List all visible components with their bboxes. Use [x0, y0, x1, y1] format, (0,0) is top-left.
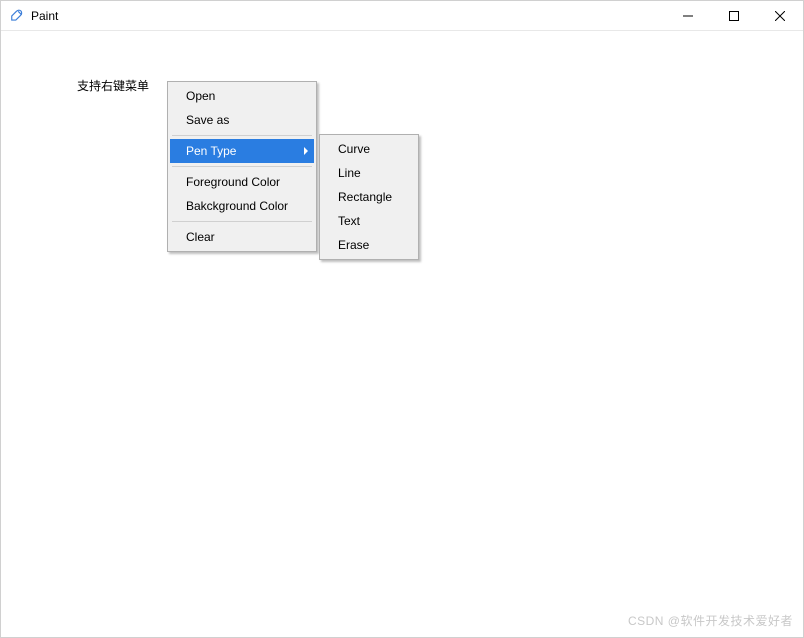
canvas-area[interactable]: 支持右键菜单: [5, 37, 799, 633]
menu-separator: [172, 166, 312, 167]
menu-item-save-as[interactable]: Save as: [170, 108, 314, 132]
menu-item-clear[interactable]: Clear: [170, 225, 314, 249]
submenu-item-curve[interactable]: Curve: [322, 137, 416, 161]
context-menu: Open Save as Pen Type Foreground Color B…: [167, 81, 317, 252]
maximize-button[interactable]: [711, 1, 757, 31]
submenu-item-line[interactable]: Line: [322, 161, 416, 185]
app-icon: [9, 8, 25, 24]
titlebar: Paint: [1, 1, 803, 31]
menu-item-background-color[interactable]: Bakckground Color: [170, 194, 314, 218]
close-button[interactable]: [757, 1, 803, 31]
window-title: Paint: [31, 9, 665, 23]
watermark: CSDN @软件开发技术爱好者: [628, 612, 793, 629]
window-controls: [665, 1, 803, 30]
submenu-item-erase[interactable]: Erase: [322, 233, 416, 257]
menu-item-open[interactable]: Open: [170, 84, 314, 108]
menu-separator: [172, 135, 312, 136]
menu-item-foreground-color[interactable]: Foreground Color: [170, 170, 314, 194]
menu-item-pen-type[interactable]: Pen Type: [170, 139, 314, 163]
minimize-button[interactable]: [665, 1, 711, 31]
menu-separator: [172, 221, 312, 222]
submenu-item-text[interactable]: Text: [322, 209, 416, 233]
submenu-item-rectangle[interactable]: Rectangle: [322, 185, 416, 209]
canvas-text: 支持右键菜单: [77, 77, 149, 94]
menu-item-label: Pen Type: [186, 144, 236, 158]
submenu-arrow-icon: [304, 147, 308, 155]
pen-type-submenu: Curve Line Rectangle Text Erase: [319, 134, 419, 260]
